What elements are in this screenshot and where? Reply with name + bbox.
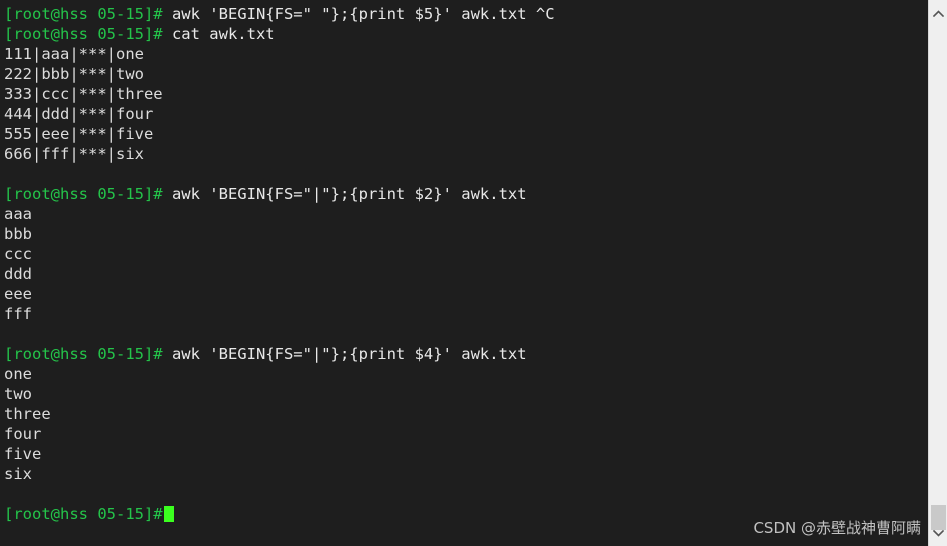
terminal-line [4,484,928,504]
output-text: 222|bbb|***|two [4,65,144,83]
output-text: four [4,425,42,443]
command-text: awk 'BEGIN{FS="|"};{print $2}' awk.txt [162,185,527,203]
output-text: six [4,465,32,483]
shell-prompt: [root@hss 05-15]# [4,185,163,203]
terminal-line: bbb [4,224,928,244]
terminal-line: [root@hss 05-15]# [4,504,928,524]
terminal-line: 222|bbb|***|two [4,64,928,84]
terminal-line: 555|eee|***|five [4,124,928,144]
terminal-line: [root@hss 05-15]# awk 'BEGIN{FS="|"};{pr… [4,184,928,204]
output-text: ccc [4,245,32,263]
output-text: 333|ccc|***|three [4,85,163,103]
output-text: 111|aaa|***|one [4,45,144,63]
terminal-line: [root@hss 05-15]# awk 'BEGIN{FS=" "};{pr… [4,4,928,24]
terminal-line: fff [4,304,928,324]
terminal-line: four [4,424,928,444]
terminal-line: [root@hss 05-15]# cat awk.txt [4,24,928,44]
output-text: one [4,365,32,383]
command-text: awk 'BEGIN{FS=" "};{print $5}' awk.txt ^… [162,5,555,23]
output-text: three [4,405,51,423]
output-text: bbb [4,225,32,243]
terminal-window: [root@hss 05-15]# awk 'BEGIN{FS=" "};{pr… [0,0,947,546]
output-text: two [4,385,32,403]
shell-prompt: [root@hss 05-15]# [4,5,163,23]
terminal-line: eee [4,284,928,304]
vertical-scrollbar[interactable] [928,0,947,546]
terminal-line [4,324,928,344]
terminal-lines: [root@hss 05-15]# awk 'BEGIN{FS=" "};{pr… [4,4,928,524]
scroll-down-button[interactable] [929,524,947,542]
terminal-line: 333|ccc|***|three [4,84,928,104]
output-text: ddd [4,265,32,283]
output-text: 444|ddd|***|four [4,105,154,123]
command-text: awk 'BEGIN{FS="|"};{print $4}' awk.txt [162,345,527,363]
shell-prompt: [root@hss 05-15]# [4,505,163,523]
terminal-line: ccc [4,244,928,264]
chevron-down-icon [933,529,944,537]
terminal-line: 444|ddd|***|four [4,104,928,124]
terminal-line: three [4,404,928,424]
command-text: cat awk.txt [162,25,275,43]
terminal-line [4,164,928,184]
terminal-line: 666|fff|***|six [4,144,928,164]
chevron-up-icon [933,9,944,17]
shell-prompt: [root@hss 05-15]# [4,25,163,43]
scroll-up-button[interactable] [929,4,947,22]
terminal-output-area[interactable]: [root@hss 05-15]# awk 'BEGIN{FS=" "};{pr… [0,0,928,546]
terminal-line: [root@hss 05-15]# awk 'BEGIN{FS="|"};{pr… [4,344,928,364]
terminal-line: 111|aaa|***|one [4,44,928,64]
terminal-line: aaa [4,204,928,224]
shell-prompt: [root@hss 05-15]# [4,345,163,363]
terminal-line: six [4,464,928,484]
output-text: aaa [4,205,32,223]
output-text: fff [4,305,32,323]
terminal-line: one [4,364,928,384]
output-text: 666|fff|***|six [4,145,144,163]
terminal-line: five [4,444,928,464]
terminal-line: ddd [4,264,928,284]
text-cursor [163,506,174,522]
output-text: five [4,445,42,463]
terminal-line: two [4,384,928,404]
output-text: 555|eee|***|five [4,125,154,143]
output-text: eee [4,285,32,303]
